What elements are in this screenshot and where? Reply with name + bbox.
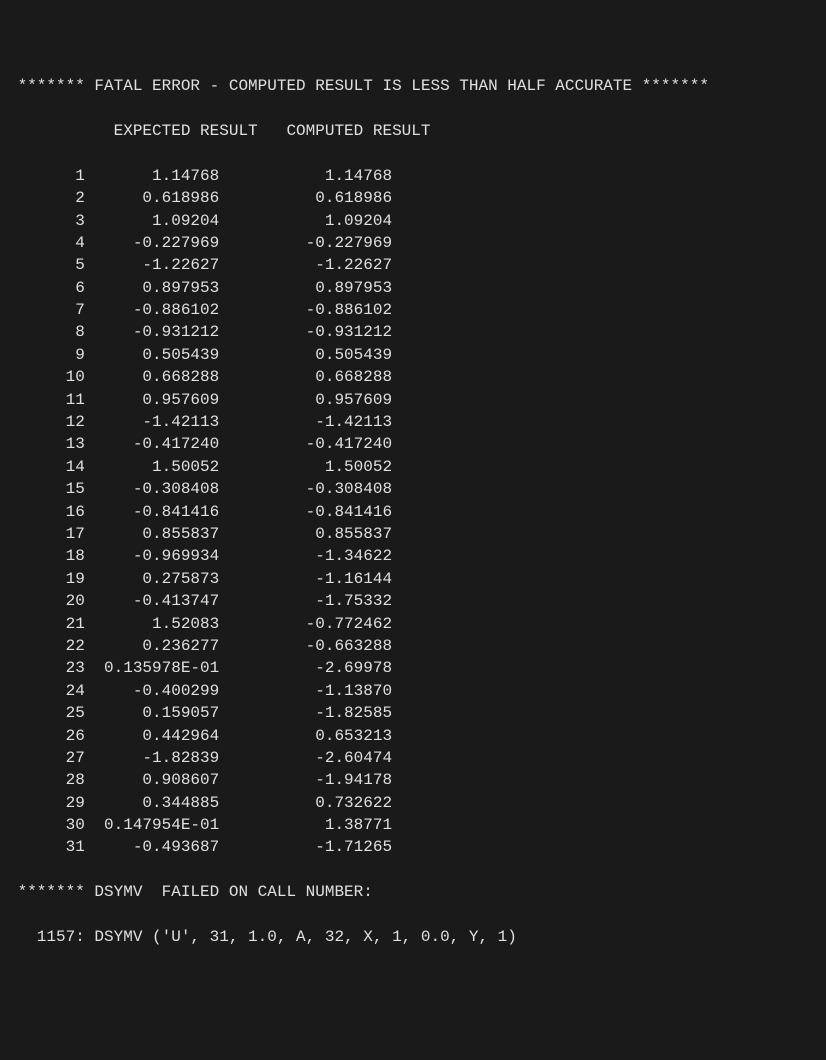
data-table: 1 1.14768 1.14768 2 0.618986 0.618986 3 … [8,165,818,859]
table-row: 7 -0.886102 -0.886102 [8,299,818,321]
table-row: 25 0.159057 -1.82585 [8,702,818,724]
table-row: 16 -0.841416 -0.841416 [8,501,818,523]
table-row: 27 -1.82839 -2.60474 [8,747,818,769]
table-row: 6 0.897953 0.897953 [8,277,818,299]
failure-call-details: 1157: DSYMV ('U', 31, 1.0, A, 32, X, 1, … [8,926,818,948]
table-row: 3 1.09204 1.09204 [8,210,818,232]
column-headers: EXPECTED RESULT COMPUTED RESULT [8,120,818,142]
table-row: 22 0.236277 -0.663288 [8,635,818,657]
table-row: 23 0.135978E-01 -2.69978 [8,657,818,679]
table-row: 8 -0.931212 -0.931212 [8,321,818,343]
table-row: 9 0.505439 0.505439 [8,344,818,366]
table-row: 5 -1.22627 -1.22627 [8,254,818,276]
table-row: 1 1.14768 1.14768 [8,165,818,187]
error-header: ******* FATAL ERROR - COMPUTED RESULT IS… [8,75,818,97]
table-row: 21 1.52083 -0.772462 [8,613,818,635]
table-row: 10 0.668288 0.668288 [8,366,818,388]
table-row: 4 -0.227969 -0.227969 [8,232,818,254]
table-row: 13 -0.417240 -0.417240 [8,433,818,455]
table-row: 30 0.147954E-01 1.38771 [8,814,818,836]
table-row: 31 -0.493687 -1.71265 [8,836,818,858]
table-row: 28 0.908607 -1.94178 [8,769,818,791]
table-row: 20 -0.413747 -1.75332 [8,590,818,612]
table-row: 14 1.50052 1.50052 [8,456,818,478]
failure-summary: ******* DSYMV FAILED ON CALL NUMBER: [8,881,818,903]
table-row: 15 -0.308408 -0.308408 [8,478,818,500]
table-row: 26 0.442964 0.653213 [8,725,818,747]
table-row: 2 0.618986 0.618986 [8,187,818,209]
table-row: 17 0.855837 0.855837 [8,523,818,545]
table-row: 11 0.957609 0.957609 [8,389,818,411]
table-row: 19 0.275873 -1.16144 [8,568,818,590]
table-row: 24 -0.400299 -1.13870 [8,680,818,702]
table-row: 29 0.344885 0.732622 [8,792,818,814]
table-row: 12 -1.42113 -1.42113 [8,411,818,433]
table-row: 18 -0.969934 -1.34622 [8,545,818,567]
